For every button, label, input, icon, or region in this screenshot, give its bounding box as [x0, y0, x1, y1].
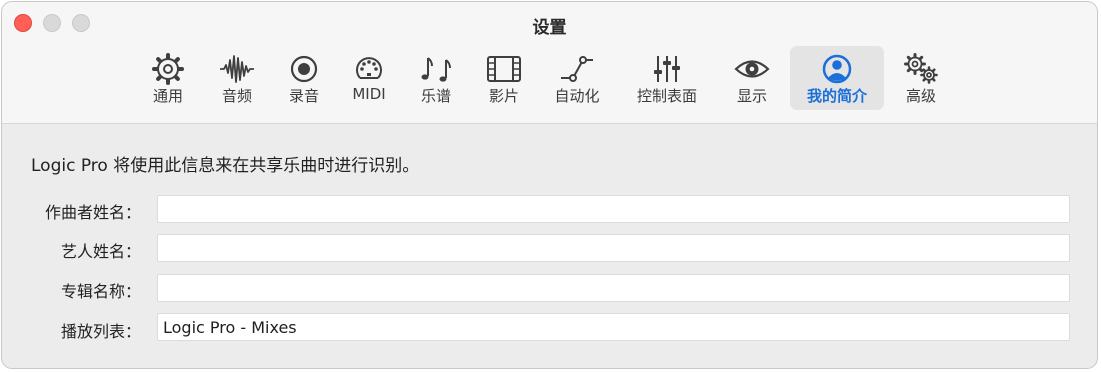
sliders-icon: [649, 52, 685, 86]
tab-label: 通用: [152, 87, 183, 105]
artist-name-label: 艺人姓名：: [60, 242, 141, 261]
gears-icon: [903, 52, 939, 86]
tab-audio[interactable]: 音频: [205, 46, 269, 110]
tab-my-info[interactable]: 我的简介: [790, 46, 884, 110]
tab-display[interactable]: 显示: [720, 46, 784, 110]
waveform-icon: [219, 52, 255, 86]
tab-label: 影片: [488, 87, 519, 105]
tab-label: 高级: [905, 87, 936, 105]
settings-window: 设置 通用 音频 录音 MIDI 乐谱 影片 自动化 控制表面 显示 我的简介 …: [1, 1, 1098, 369]
midi-connector-icon: [351, 52, 387, 86]
tab-label: 录音: [288, 87, 319, 105]
eye-icon: [734, 52, 770, 86]
film-icon: [486, 52, 522, 86]
tab-recording[interactable]: 录音: [272, 46, 336, 110]
window-title: 设置: [532, 18, 567, 38]
composer-name-field[interactable]: [157, 195, 1070, 223]
toolbar: 设置 通用 音频 录音 MIDI 乐谱 影片 自动化 控制表面 显示 我的简介 …: [2, 2, 1097, 124]
automation-icon: [559, 52, 595, 86]
tab-label: MIDI: [352, 85, 386, 103]
music-notes-icon: [418, 52, 454, 86]
album-name-field[interactable]: [157, 274, 1070, 302]
tab-automation[interactable]: 自动化: [540, 46, 614, 110]
gear-icon: [150, 52, 186, 86]
tab-advanced[interactable]: 高级: [889, 46, 953, 110]
person-circle-icon: [819, 52, 855, 86]
tab-control-surfaces[interactable]: 控制表面: [625, 46, 709, 110]
tab-midi[interactable]: MIDI: [337, 46, 401, 110]
tab-label: 显示: [736, 87, 767, 105]
tab-general[interactable]: 通用: [136, 46, 200, 110]
my-info-pane: Logic Pro 将使用此信息来在共享乐曲时进行识别。 作曲者姓名： 艺人姓名…: [2, 124, 1097, 368]
record-icon: [286, 52, 322, 86]
playlist-label: 播放列表：: [60, 322, 141, 341]
playlist-field[interactable]: [157, 313, 1070, 341]
tab-label: 乐谱: [420, 87, 451, 105]
tab-label: 音频: [221, 87, 252, 105]
artist-name-field[interactable]: [157, 234, 1070, 262]
tab-score[interactable]: 乐谱: [404, 46, 468, 110]
tab-label: 自动化: [554, 87, 600, 105]
description-text: Logic Pro 将使用此信息来在共享乐曲时进行识别。: [31, 156, 420, 176]
tab-movie[interactable]: 影片: [472, 46, 536, 110]
tab-label: 控制表面: [636, 87, 697, 105]
album-name-label: 专辑名称：: [60, 282, 141, 301]
tab-label: 我的简介: [806, 87, 867, 105]
composer-name-label: 作曲者姓名：: [44, 203, 141, 222]
